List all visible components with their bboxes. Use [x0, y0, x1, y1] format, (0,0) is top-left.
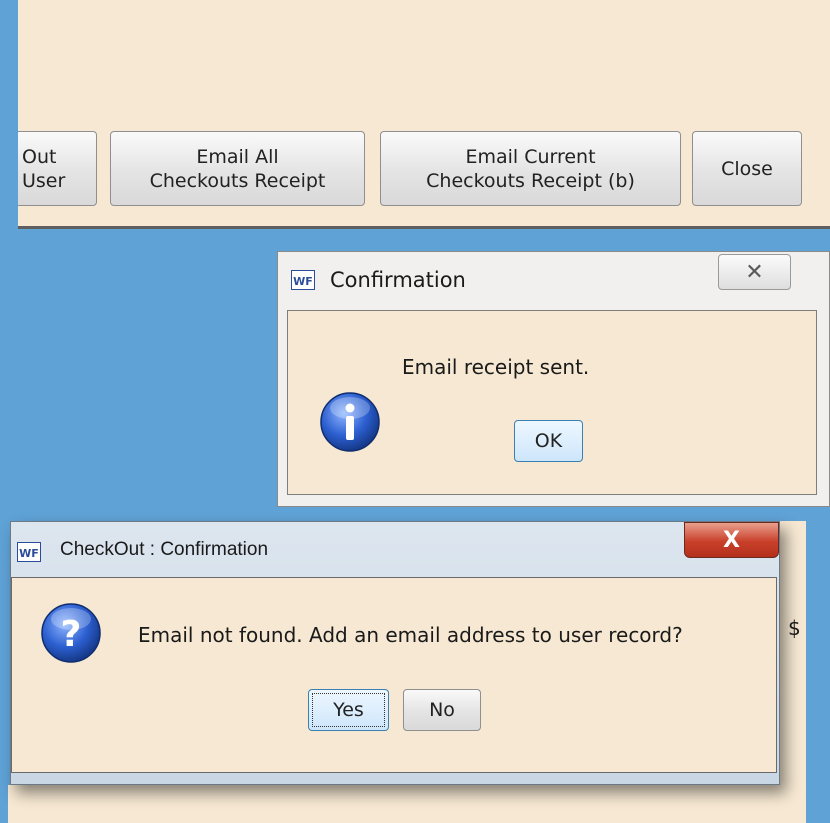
- background-panel-strip: [8, 785, 806, 823]
- email-all-line1: Email All: [196, 145, 279, 168]
- no-button[interactable]: No: [403, 689, 481, 731]
- check-out-user-line1: Out: [22, 145, 57, 168]
- background-peek-text: $: [788, 616, 801, 640]
- wf-app-icon-text: WF: [19, 547, 39, 560]
- close-icon[interactable]: ✕: [718, 254, 791, 290]
- wf-app-icon: WF: [17, 542, 41, 566]
- check-out-user-line2: User: [22, 169, 66, 192]
- toolbar-panel: Out User Email All Checkouts Receipt Ema…: [18, 0, 830, 229]
- ok-button[interactable]: OK: [514, 420, 583, 462]
- info-icon: [319, 391, 381, 457]
- dialog-message: Email not found. Add an email address to…: [138, 623, 683, 647]
- dialog-message: Email receipt sent.: [402, 355, 590, 379]
- email-current-checkouts-receipt-button[interactable]: Email Current Checkouts Receipt (b): [380, 131, 681, 206]
- wf-app-icon: WF: [291, 270, 315, 294]
- email-current-line1: Email Current: [465, 145, 596, 168]
- email-all-line2: Checkouts Receipt: [149, 169, 326, 192]
- dialog-title: Confirmation: [330, 268, 466, 292]
- email-current-line2: Checkouts Receipt (b): [426, 169, 635, 192]
- email-all-checkouts-receipt-button[interactable]: Email All Checkouts Receipt: [110, 131, 365, 206]
- question-icon: ?: [40, 602, 102, 668]
- dialog-title: CheckOut : Confirmation: [60, 539, 269, 560]
- close-button[interactable]: Close: [692, 131, 802, 206]
- svg-text:?: ?: [61, 614, 82, 655]
- dialog-body: [287, 310, 817, 495]
- check-out-user-button[interactable]: Out User: [18, 131, 97, 206]
- close-button-label: Close: [721, 157, 773, 180]
- yes-button[interactable]: Yes: [308, 689, 389, 731]
- background-peek: $: [780, 521, 806, 785]
- email-sent-dialog: WF Confirmation ✕ Email receipt sent.: [277, 251, 830, 507]
- close-icon[interactable]: X: [684, 522, 779, 558]
- ok-button-label: OK: [534, 430, 563, 452]
- no-button-label: No: [429, 699, 455, 721]
- email-not-found-dialog: WF CheckOut : Confirmation X ? Email not…: [10, 521, 780, 785]
- dialog-body: ?: [11, 577, 777, 773]
- wf-app-icon-text: WF: [293, 275, 313, 288]
- yes-button-label: Yes: [333, 699, 364, 721]
